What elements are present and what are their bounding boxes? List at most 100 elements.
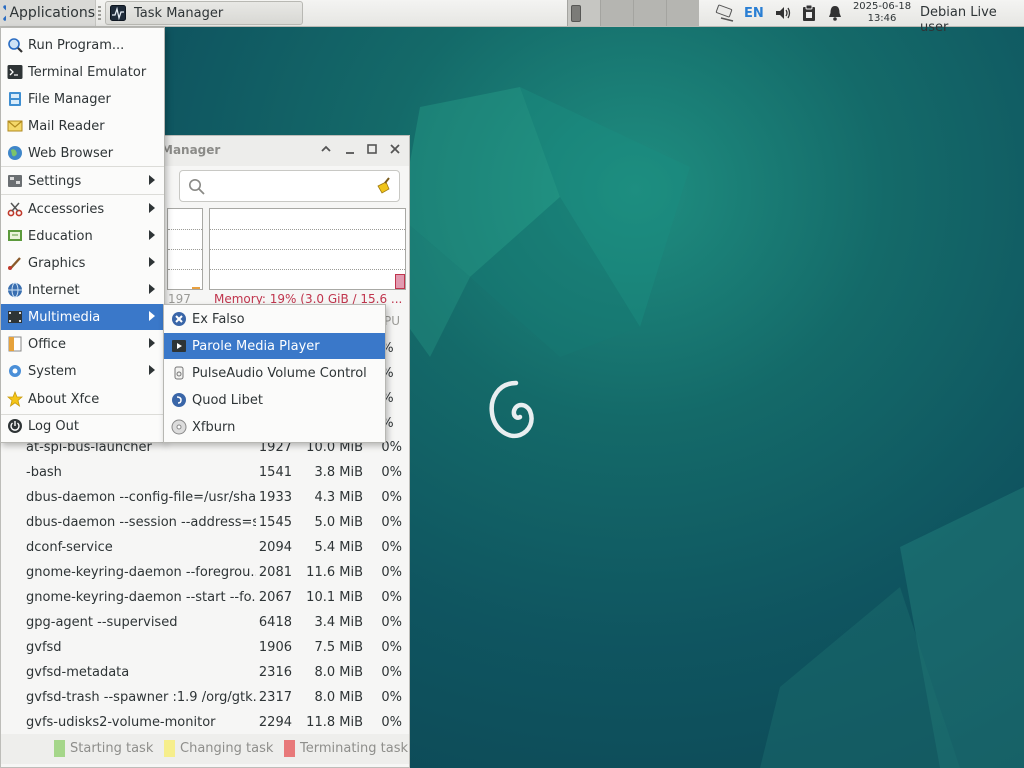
table-row[interactable]: gvfsd-trash --spawner :1.9 /org/gtk... 23… bbox=[1, 686, 409, 711]
submenu-item-pulseaudio-volume-control[interactable]: PulseAudio Volume Control bbox=[164, 360, 385, 386]
workspace-window-thumb bbox=[571, 5, 581, 22]
clock[interactable]: 2025-06-18 13:46 bbox=[850, 1, 914, 25]
table-row[interactable]: gnome-keyring-daemon --start --fo... 2067… bbox=[1, 586, 409, 611]
search-field[interactable] bbox=[179, 170, 400, 202]
terminal-icon bbox=[6, 64, 23, 81]
keyboard-layout-indicator[interactable]: EN bbox=[744, 6, 764, 21]
search-icon bbox=[189, 179, 205, 195]
clear-broom-icon[interactable] bbox=[374, 177, 392, 195]
task-legend: Starting task Changing task Terminating … bbox=[1, 734, 409, 764]
process-pid: 2316 bbox=[258, 665, 292, 680]
workspace-switcher[interactable] bbox=[567, 0, 699, 26]
menu-separator bbox=[1, 414, 164, 415]
menu-item-label: Settings bbox=[28, 173, 82, 189]
process-pid: 1933 bbox=[258, 490, 292, 505]
table-row[interactable]: dconf-service 2094 5.4 MiB 0% bbox=[1, 536, 409, 561]
menu-item-system[interactable]: System bbox=[1, 358, 164, 384]
submenu-item-quod-libet[interactable]: Quod Libet bbox=[164, 387, 385, 413]
process-name: gnome-keyring-daemon --start --fo... bbox=[26, 590, 256, 605]
legend-label: Starting task bbox=[70, 741, 154, 756]
workspace-1[interactable] bbox=[567, 0, 600, 26]
table-row[interactable]: gvfs-udisks2-volume-monitor 2294 11.8 MiB 0… bbox=[1, 711, 409, 736]
volume-tray-button[interactable] bbox=[772, 2, 794, 24]
education-icon bbox=[6, 228, 23, 245]
process-memory: 5.4 MiB bbox=[314, 540, 363, 555]
menu-item-file-manager[interactable]: File Manager bbox=[1, 86, 164, 112]
minimize-icon bbox=[346, 152, 354, 154]
graphics-icon bbox=[6, 255, 23, 272]
submenu-arrow-icon bbox=[149, 175, 155, 185]
run-program-icon bbox=[6, 37, 23, 54]
menu-item-label: Terminal Emulator bbox=[28, 64, 147, 80]
notifications-tray-button[interactable] bbox=[824, 2, 846, 24]
submenu-item-parole-media-player[interactable]: Parole Media Player bbox=[164, 333, 385, 359]
menu-item-label: Accessories bbox=[28, 201, 105, 217]
process-memory: 8.0 MiB bbox=[314, 665, 363, 680]
process-pid: 1545 bbox=[258, 515, 292, 530]
office-icon bbox=[6, 336, 23, 353]
menu-item-about-xfce[interactable]: About Xfce bbox=[1, 386, 164, 412]
menu-item-multimedia[interactable]: Multimedia bbox=[1, 304, 164, 330]
accessories-icon bbox=[6, 201, 23, 218]
process-memory: 5.0 MiB bbox=[314, 515, 363, 530]
task-manager-icon bbox=[110, 5, 126, 21]
workspace-3[interactable] bbox=[633, 0, 666, 26]
quod-libet-icon bbox=[170, 392, 187, 409]
menu-item-education[interactable]: Education bbox=[1, 223, 164, 249]
menu-separator bbox=[1, 194, 164, 195]
table-row[interactable]: gvfsd 1906 7.5 MiB 0% bbox=[1, 636, 409, 661]
menu-item-terminal-emulator[interactable]: Terminal Emulator bbox=[1, 59, 164, 85]
submenu-item-label: Ex Falso bbox=[192, 311, 245, 327]
table-row[interactable]: dbus-daemon --config-file=/usr/sha... 193… bbox=[1, 486, 409, 511]
submenu-item-ex-falso[interactable]: Ex Falso bbox=[164, 306, 385, 332]
workspace-4[interactable] bbox=[666, 0, 699, 26]
window-title: Manager bbox=[161, 143, 221, 157]
menu-item-run-program[interactable]: Run Program... bbox=[1, 32, 164, 58]
search-input[interactable] bbox=[210, 177, 374, 194]
table-row[interactable]: gvfsd-metadata 2316 8.0 MiB 0% bbox=[1, 661, 409, 686]
menu-item-mail-reader[interactable]: Mail Reader bbox=[1, 113, 164, 139]
user-menu[interactable]: Debian Live user bbox=[920, 5, 1024, 35]
clipboard-tray-button[interactable] bbox=[798, 2, 820, 24]
submenu-item-xfburn[interactable]: Xfburn bbox=[164, 414, 385, 440]
process-cpu: 0% bbox=[381, 665, 402, 680]
menu-item-log-out[interactable]: Log Out bbox=[1, 413, 164, 439]
table-row[interactable]: dbus-daemon --session --address=s... 1545… bbox=[1, 511, 409, 536]
menu-item-label: About Xfce bbox=[28, 391, 100, 407]
menu-item-graphics[interactable]: Graphics bbox=[1, 250, 164, 276]
bell-icon bbox=[828, 6, 841, 21]
applications-menu-button[interactable]: Applications bbox=[0, 0, 96, 26]
workspace-2[interactable] bbox=[600, 0, 633, 26]
process-memory: 3.8 MiB bbox=[314, 465, 363, 480]
taskbar-button-task-manager[interactable]: Task Manager bbox=[105, 1, 303, 25]
process-memory: 11.8 MiB bbox=[306, 715, 363, 730]
clock-date: 2025-06-18 bbox=[852, 1, 912, 12]
maximize-button[interactable] bbox=[365, 143, 379, 157]
legend-swatch bbox=[164, 740, 175, 757]
process-cpu: 0% bbox=[381, 540, 402, 555]
network-tray-button[interactable] bbox=[714, 2, 736, 24]
table-row[interactable]: gpg-agent --supervised 6418 3.4 MiB 0% bbox=[1, 611, 409, 636]
menu-item-accessories[interactable]: Accessories bbox=[1, 196, 164, 222]
process-list[interactable]: at-spi-bus-launcher 1927 10.0 MiB 0% -bash 15… bbox=[1, 436, 409, 736]
menu-item-web-browser[interactable]: Web Browser bbox=[1, 140, 164, 166]
process-name: dconf-service bbox=[26, 540, 113, 555]
menu-item-label: Internet bbox=[28, 282, 80, 298]
table-row[interactable]: -bash 1541 3.8 MiB 0% bbox=[1, 461, 409, 486]
column-header-cpu[interactable]: PU bbox=[384, 314, 400, 328]
menu-item-settings[interactable]: Settings bbox=[1, 168, 164, 194]
minimize-button[interactable] bbox=[343, 143, 357, 157]
menu-item-office[interactable]: Office bbox=[1, 331, 164, 357]
close-button[interactable] bbox=[388, 143, 402, 157]
submenu-arrow-icon bbox=[149, 230, 155, 240]
process-pid: 2094 bbox=[258, 540, 292, 555]
menu-item-internet[interactable]: Internet bbox=[1, 277, 164, 303]
menu-item-label: Mail Reader bbox=[28, 118, 105, 134]
menu-item-label: Education bbox=[28, 228, 93, 244]
table-row[interactable]: gnome-keyring-daemon --foregrou... 2081 11… bbox=[1, 561, 409, 586]
menu-item-label: File Manager bbox=[28, 91, 111, 107]
shade-button[interactable] bbox=[319, 143, 333, 157]
legend-swatch bbox=[54, 740, 65, 757]
system-tray: EN bbox=[712, 0, 848, 26]
process-cpu: 0% bbox=[381, 715, 402, 730]
